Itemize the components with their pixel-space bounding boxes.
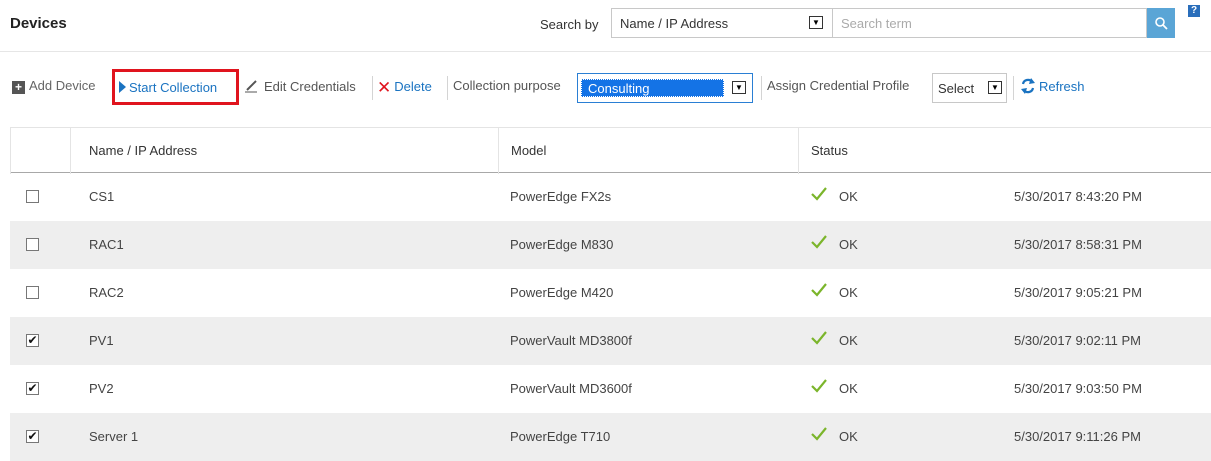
row-checkbox[interactable] <box>26 286 39 299</box>
timestamp: 5/30/2017 8:43:20 PM <box>1014 189 1142 204</box>
toolbar-divider <box>761 76 762 100</box>
table-header: Name / IP Address Model Status <box>10 127 1211 174</box>
device-model: PowerVault MD3600f <box>510 381 632 396</box>
device-name: CS1 <box>89 189 115 204</box>
row-checkbox[interactable]: ✔ <box>26 334 39 347</box>
add-device-button[interactable]: + Add Device <box>12 78 95 98</box>
delete-x-icon: ✕ <box>377 78 392 97</box>
row-checkbox[interactable]: ✔ <box>26 430 39 443</box>
toolbar: + Add Device Start Collection Edit Creden… <box>0 68 1211 108</box>
timestamp: 5/30/2017 9:03:50 PM <box>1014 381 1142 396</box>
device-name: PV2 <box>89 381 114 396</box>
delete-label: Delete <box>394 79 432 94</box>
column-divider <box>70 128 71 174</box>
chevron-down-icon[interactable]: ▼ <box>732 81 746 94</box>
row-checkbox[interactable]: ✔ <box>26 382 39 395</box>
check-icon <box>811 235 827 249</box>
refresh-label: Refresh <box>1039 79 1085 94</box>
table-row[interactable]: ✔ Server 1 PowerEdge T710 OK 5/30/2017 9:11:… <box>10 413 1211 461</box>
device-model: PowerEdge M830 <box>510 237 614 252</box>
page-header: Devices Search by Name / IP Address ▼ ? <box>0 0 1211 52</box>
pencil-icon <box>245 80 257 93</box>
refresh-icon <box>1021 78 1035 94</box>
device-model: PowerEdge FX2s <box>510 189 612 204</box>
timestamp: 5/30/2017 9:02:11 PM <box>1014 333 1141 348</box>
status-text: OK <box>839 285 858 300</box>
column-header-model[interactable]: Model <box>511 143 546 158</box>
status-text: OK <box>839 237 858 252</box>
chevron-down-icon[interactable]: ▼ <box>809 16 823 29</box>
delete-button[interactable]: ✕ Delete <box>377 78 432 98</box>
device-model: PowerEdge T710 <box>510 429 611 444</box>
start-collection-label: Start Collection <box>129 80 218 95</box>
search-by-label: Search by <box>540 17 599 32</box>
column-header-status[interactable]: Status <box>811 143 848 158</box>
column-divider <box>498 128 499 174</box>
device-name: Server 1 <box>89 429 139 444</box>
check-icon <box>811 427 827 441</box>
start-collection-button[interactable]: Start Collection <box>112 69 239 105</box>
page-title: Devices <box>10 15 67 32</box>
timestamp: 5/30/2017 9:05:21 PM <box>1014 285 1142 300</box>
assign-profile-value: Select <box>938 81 975 96</box>
add-device-label: Add Device <box>29 78 96 93</box>
devices-table: Name / IP Address Model Status CS1 PowerE… <box>10 127 1211 461</box>
help-icon[interactable]: ? <box>1188 5 1200 17</box>
search-input[interactable] <box>833 8 1147 38</box>
search-by-value: Name / IP Address <box>620 16 729 31</box>
search-icon <box>1155 17 1168 30</box>
search-button[interactable] <box>1147 8 1175 38</box>
collection-purpose-label: Collection purpose <box>453 78 561 93</box>
collection-purpose-value: Consulting <box>581 79 724 97</box>
device-name: PV1 <box>89 333 114 348</box>
assign-credential-profile-label: Assign Credential Profile <box>767 78 910 93</box>
row-checkbox[interactable] <box>26 238 39 251</box>
toolbar-divider <box>372 76 373 100</box>
timestamp: 5/30/2017 9:11:26 PM <box>1014 429 1141 444</box>
device-name: RAC1 <box>89 237 124 252</box>
toolbar-divider <box>447 76 448 100</box>
table-row[interactable]: ✔ PV1 PowerVault MD3800f OK 5/30/2017 9:02:1… <box>10 317 1211 365</box>
device-name: RAC2 <box>89 285 124 300</box>
play-icon <box>119 81 126 93</box>
status-text: OK <box>839 381 858 396</box>
search-by-select[interactable]: Name / IP Address ▼ <box>611 8 833 38</box>
edit-credentials-button[interactable]: Edit Credentials <box>244 78 356 98</box>
column-divider <box>10 128 11 174</box>
table-row[interactable]: ✔ PV2 PowerVault MD3600f OK 5/30/2017 9:03:5… <box>10 365 1211 413</box>
status-text: OK <box>839 333 858 348</box>
check-icon <box>811 187 827 201</box>
plus-icon: + <box>12 81 25 94</box>
check-icon <box>811 379 827 393</box>
collection-purpose-select[interactable]: Consulting ▼ <box>577 73 753 103</box>
column-divider <box>798 128 799 174</box>
status-text: OK <box>839 429 858 444</box>
status-text: OK <box>839 189 858 204</box>
assign-credential-profile-select[interactable]: Select ▼ <box>932 73 1007 103</box>
device-model: PowerEdge M420 <box>510 285 614 300</box>
table-row[interactable]: RAC2 PowerEdge M420 OK 5/30/2017 9:05:21 PM <box>10 269 1211 317</box>
check-icon <box>811 331 827 345</box>
table-row[interactable]: CS1 PowerEdge FX2s OK 5/30/2017 8:43:20 PM <box>10 173 1211 221</box>
edit-credentials-label: Edit Credentials <box>264 79 356 94</box>
table-body: CS1 PowerEdge FX2s OK 5/30/2017 8:43:20 PM R… <box>10 173 1211 461</box>
table-row[interactable]: RAC1 PowerEdge M830 OK 5/30/2017 8:58:31 PM <box>10 221 1211 269</box>
chevron-down-icon[interactable]: ▼ <box>988 81 1002 94</box>
refresh-button[interactable]: Refresh <box>1020 78 1085 98</box>
device-model: PowerVault MD3800f <box>510 333 632 348</box>
check-icon <box>811 283 827 297</box>
toolbar-divider <box>1013 76 1014 100</box>
timestamp: 5/30/2017 8:58:31 PM <box>1014 237 1142 252</box>
column-header-name[interactable]: Name / IP Address <box>89 143 197 158</box>
row-checkbox[interactable] <box>26 190 39 203</box>
